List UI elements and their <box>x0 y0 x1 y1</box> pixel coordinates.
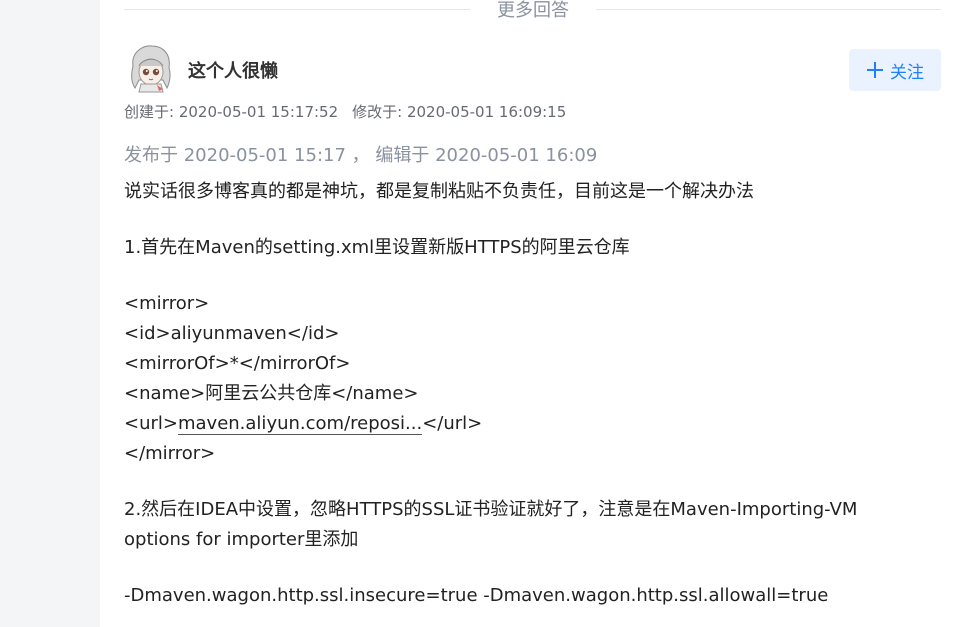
divider-line-right <box>596 9 941 10</box>
more-answers-label: 更多回答 <box>497 0 569 21</box>
follow-button-label: 关注 <box>890 62 924 83</box>
repository-link[interactable]: maven.aliyun.com/reposi... <box>177 413 423 435</box>
publish-info: 发布于 2020-05-01 15:17 ， 编辑于 2020-05-01 16… <box>124 145 598 166</box>
url-open-tag: <url> <box>124 413 178 434</box>
avatar-illustration <box>127 44 175 94</box>
code-line-url: <url>maven.aliyun.com/reposi...</url> <box>124 409 904 439</box>
code-line-mirror-close: </mirror> <box>124 443 216 464</box>
answer-step-1: 1.首先在Maven的setting.xml里设置新版HTTPS的阿里云仓库 <box>124 237 630 258</box>
username[interactable]: 这个人很懒 <box>188 57 278 83</box>
divider-line-left <box>124 9 470 10</box>
created-time: 创建于: 2020-05-01 15:17:52 <box>124 103 339 121</box>
answer-intro: 说实话很多博客真的都是神坑，都是复制粘贴不负责任，目前这是一个解决办法 <box>124 181 754 202</box>
code-line-mirror-open: <mirror> <box>124 293 210 314</box>
jvm-options-line: -Dmaven.wagon.http.ssl.insecure=true -Dm… <box>124 585 829 606</box>
follow-button[interactable]: 关注 <box>849 49 941 91</box>
mirror-config-block: <mirror> <id>aliyunmaven</id> <mirrorOf>… <box>124 289 904 469</box>
avatar[interactable] <box>127 44 175 94</box>
code-line-mirror-of: <mirrorOf>*</mirrorOf> <box>124 353 351 374</box>
more-answers-divider: 更多回答 <box>124 0 941 22</box>
modified-time: 修改于: 2020-05-01 16:09:15 <box>352 103 567 121</box>
url-close-tag: </url> <box>422 413 483 434</box>
answer-step-2: 2.然后在IDEA中设置，忽略HTTPS的SSL证书验证就好了，注意是在Mave… <box>124 499 864 550</box>
meta-timestamps: 创建于: 2020-05-01 15:17:52 修改于: 2020-05-01 … <box>124 101 566 122</box>
answer-content: 说实话很多博客真的都是神坑，都是复制粘贴不负责任，目前这是一个解决办法 1.首先… <box>124 177 904 611</box>
answer-panel: 更多回答 这个人很懒 关注 创建于: 2020-05-01 15:17:52 修改… <box>100 0 973 627</box>
code-line-name: <name>阿里云公共仓库</name> <box>124 383 419 404</box>
code-line-id: <id>aliyunmaven</id> <box>124 323 340 344</box>
plus-icon <box>867 62 883 78</box>
